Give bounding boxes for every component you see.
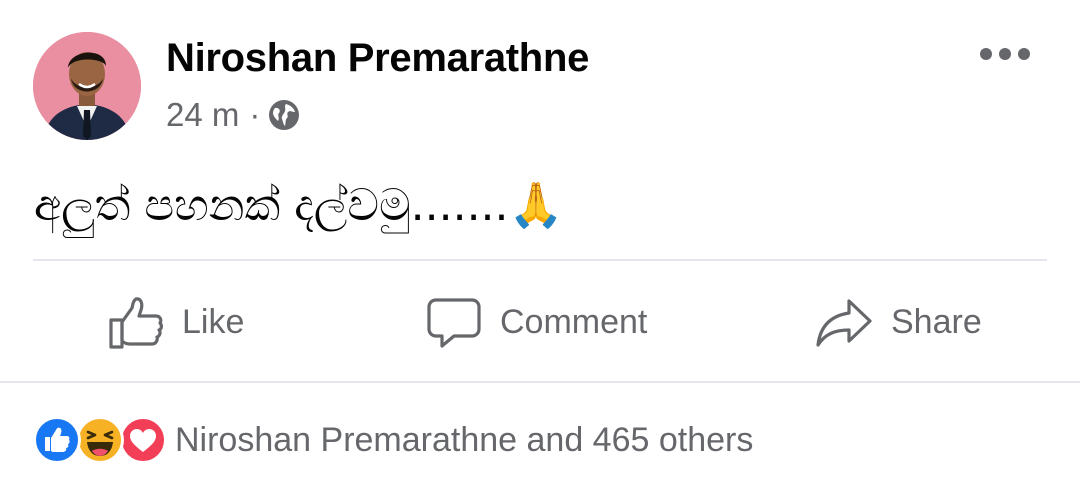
post-body: අලුත් පහනක් දල්වමු.......🙏: [34, 178, 563, 234]
post-timestamp[interactable]: 24 m: [166, 96, 239, 134]
comment-icon: [427, 297, 481, 348]
author-name[interactable]: Niroshan Premarathne: [166, 34, 589, 82]
more-dot-icon: [1018, 48, 1030, 60]
praying-hands-emoji: 🙏: [508, 180, 564, 231]
like-reaction-icon: [33, 416, 81, 464]
haha-reaction-icon: [76, 416, 124, 464]
share-label: Share: [891, 303, 982, 341]
comment-label: Comment: [500, 303, 648, 341]
divider: [0, 381, 1080, 383]
thumbs-up-icon: [109, 296, 163, 349]
more-dot-icon: [980, 48, 992, 60]
post-actions-bar: Like Comment Share: [0, 270, 1080, 375]
comment-button[interactable]: Comment: [426, 270, 647, 375]
love-reaction-icon: [119, 416, 167, 464]
like-button[interactable]: Like: [108, 270, 244, 375]
reactions-summary-text[interactable]: Niroshan Premarathne and 465 others: [175, 421, 753, 460]
divider: [33, 259, 1047, 261]
reaction-icons: [33, 416, 167, 464]
post-text: අලුත් පහනක් දල්වමු.......: [34, 180, 509, 231]
meta-separator: ·: [249, 96, 261, 133]
more-dot-icon: [999, 48, 1011, 60]
more-options-button[interactable]: [980, 36, 1030, 72]
like-label: Like: [182, 303, 245, 341]
author-avatar[interactable]: [33, 32, 141, 140]
share-button[interactable]: Share: [815, 270, 982, 375]
globe-icon: [268, 99, 300, 131]
reactions-summary[interactable]: Niroshan Premarathne and 465 others: [33, 415, 753, 465]
share-arrow-icon: [816, 298, 872, 347]
post-meta: 24 m ·: [166, 95, 300, 135]
